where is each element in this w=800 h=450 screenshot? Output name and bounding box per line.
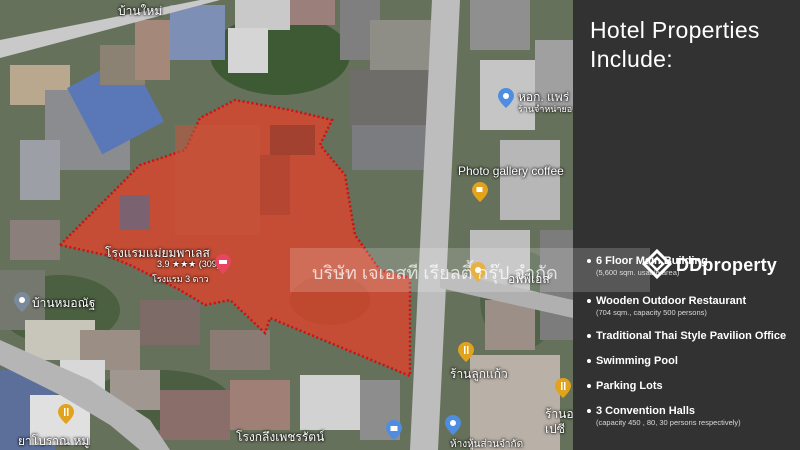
hotel-pin-icon[interactable] xyxy=(215,254,231,274)
food-pin-icon[interactable] xyxy=(458,342,474,362)
map-label-shop-sub: ร้านจำหน่ายอ xyxy=(518,104,573,114)
feature-detail: (capacity 450 , 80, 30 persons respectiv… xyxy=(596,418,741,427)
feature-label: 3 Convention Halls xyxy=(596,405,696,417)
panel-title-line2: Include: xyxy=(590,46,673,72)
panel-title-line1: Hotel Properties xyxy=(590,17,760,43)
list-item: 3 Convention Halls (capacity 450 , 80, 30… xyxy=(587,405,741,427)
ddproperty-brand: DDproperty xyxy=(676,255,778,275)
feature-detail: (704 sqm., capacity 500 persons) xyxy=(596,308,707,317)
list-item: Wooden Outdoor Restaurant (704 sqm., capa… xyxy=(587,295,746,317)
feature-label: Traditional Thai Style Pavilion Office xyxy=(596,330,787,342)
bullet-icon xyxy=(587,359,591,364)
map-label-photo-gallery: Photo gallery coffee xyxy=(458,164,564,178)
ddproperty-logo-icon xyxy=(641,248,673,280)
bullet-icon xyxy=(587,409,591,414)
list-item: Parking Lots xyxy=(587,380,663,392)
property-info-panel: Hotel Properties Include: 6 Floor Main B… xyxy=(573,0,800,450)
food-pin-icon[interactable] xyxy=(58,404,74,424)
watermark-company: บริษัท เจเอสที เรียลตี้ กรุ๊ป จำกัด xyxy=(312,263,558,283)
bullet-icon xyxy=(587,334,591,339)
location-pin-icon[interactable] xyxy=(445,415,461,435)
location-pin-icon[interactable] xyxy=(14,292,30,312)
map-label-hotel-type: โรงแรม 3 ดาว xyxy=(152,274,209,284)
map-label-ban-mor: บ้านหมอณัฐ xyxy=(32,296,96,310)
swimming-pool xyxy=(120,195,150,230)
food-pin-icon[interactable] xyxy=(555,378,571,398)
satellite-map[interactable]: บ้านใหม่ หอก. แพร่ ร้านจำหน่ายอ Photo ga… xyxy=(0,0,573,450)
list-item: Traditional Thai Style Pavilion Office xyxy=(587,330,786,342)
shopping-pin-icon[interactable] xyxy=(386,420,402,440)
map-label-hotel-rating: 3.9 ★★★ (309) xyxy=(157,259,220,269)
bullet-icon xyxy=(587,299,591,304)
map-label-rong-kluen: โรงกลึงเพชรรัตน์ xyxy=(236,430,325,444)
map-label-ya-boran: ยาโบราณ หมู xyxy=(18,434,90,448)
map-label-luk-kaew: ร้านลูกแก้ว xyxy=(450,367,508,381)
map-label-ban-mai: บ้านใหม่ xyxy=(118,4,163,18)
location-pin-icon[interactable] xyxy=(498,88,514,108)
map-label-hang: ห้างหุ้นส่วนจำกัด xyxy=(450,439,524,450)
coffee-pin-icon[interactable] xyxy=(472,182,488,202)
list-item: Swimming Pool xyxy=(587,355,678,367)
feature-label: Wooden Outdoor Restaurant xyxy=(596,295,747,307)
feature-label: Parking Lots xyxy=(596,380,663,392)
panel-title: Hotel Properties Include: xyxy=(590,16,760,74)
map-label-pesi: เปซี xyxy=(545,422,565,436)
feature-label: Swimming Pool xyxy=(596,355,678,367)
bullet-icon xyxy=(587,384,591,389)
